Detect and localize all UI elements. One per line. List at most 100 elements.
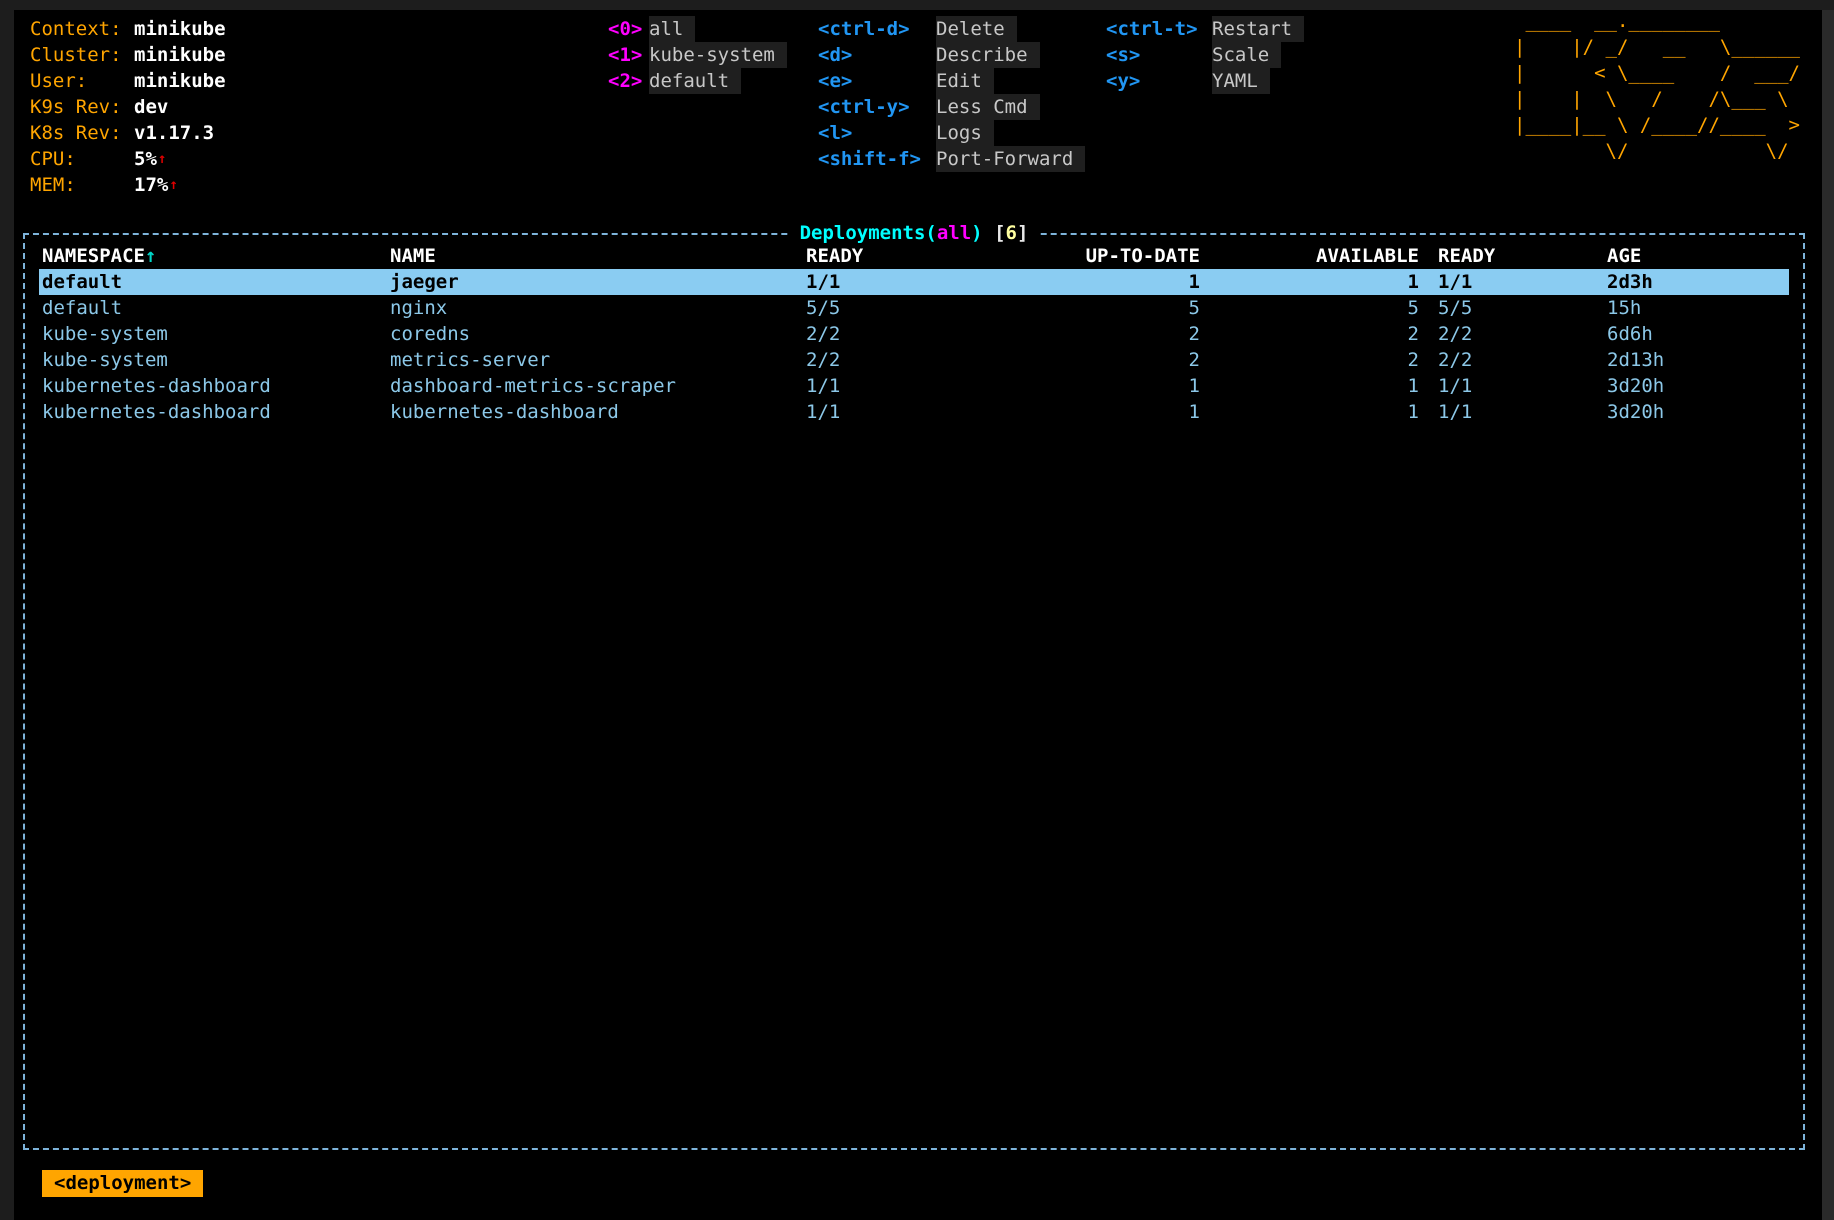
hotkey-label: Delete: [936, 16, 1017, 42]
info-row: User:minikube: [30, 68, 226, 94]
info-row: Cluster:minikube: [30, 42, 226, 68]
namespace-shortcut[interactable]: <2>default: [608, 68, 787, 94]
column-header: AVAILABLE: [1200, 243, 1419, 269]
hotkey-key: <e>: [818, 68, 936, 94]
hotkey-key: <d>: [818, 42, 936, 68]
cell-available: 2: [1200, 347, 1419, 373]
namespace-label: default: [649, 68, 741, 94]
info-label: User:: [30, 68, 134, 94]
info-label: K8s Rev:: [30, 120, 134, 146]
hotkey-label: YAML: [1212, 68, 1270, 94]
cell-age: 2d3h: [1607, 269, 1789, 295]
table-row[interactable]: kubernetes-dashboardkubernetes-dashboard…: [39, 399, 1789, 425]
cell-ready2: 1/1: [1419, 373, 1607, 399]
cell-namespace: kube-system: [42, 321, 390, 347]
namespace-shortcut[interactable]: <1>kube-system: [608, 42, 787, 68]
cell-name: coredns: [390, 321, 806, 347]
cell-ready2: 2/2: [1419, 347, 1607, 373]
panel-title-count: 6: [1006, 222, 1017, 244]
table-row[interactable]: kube-systemcoredns2/2222/26d6h: [39, 321, 1789, 347]
info-value: 5%: [134, 146, 157, 172]
cell-ready: 1/1: [806, 373, 946, 399]
cell-ready2: 5/5: [1419, 295, 1607, 321]
info-value: v1.17.3: [134, 120, 214, 146]
cell-ready: 2/2: [806, 321, 946, 347]
hotkey-label: Port-Forward: [936, 146, 1085, 172]
hotkey-label: Logs: [936, 120, 994, 146]
table-row[interactable]: kubernetes-dashboarddashboard-metrics-sc…: [39, 373, 1789, 399]
hotkey-item[interactable]: <ctrl-d>Delete: [818, 16, 1085, 42]
hotkey-key: <ctrl-y>: [818, 94, 936, 120]
info-value: minikube: [134, 42, 226, 68]
namespace-shortcuts: <0>all<1>kube-system<2>default: [608, 16, 787, 94]
info-row: K9s Rev:dev: [30, 94, 226, 120]
cell-age: 3d20h: [1607, 399, 1789, 425]
hotkey-item[interactable]: <shift-f>Port-Forward: [818, 146, 1085, 172]
cell-up_to_date: 2: [946, 347, 1200, 373]
panel-title-resource: Deployments(: [800, 222, 937, 244]
hotkey-key: <s>: [1106, 42, 1212, 68]
cell-ready: 1/1: [806, 399, 946, 425]
hotkey-menu-col1: <ctrl-d>Delete<d>Describe<e>Edit<ctrl-y>…: [818, 16, 1085, 172]
cell-up_to_date: 1: [946, 269, 1200, 295]
hotkey-item[interactable]: <d>Describe: [818, 42, 1085, 68]
namespace-shortcut[interactable]: <0>all: [608, 16, 787, 42]
info-value: 17%: [134, 172, 168, 198]
panel-title-bracket-open: [: [983, 222, 1006, 244]
panel-title-namespace: all: [937, 222, 971, 244]
hotkey-item[interactable]: <l>Logs: [818, 120, 1085, 146]
hotkey-key: <ctrl-t>: [1106, 16, 1212, 42]
cell-ready2: 1/1: [1419, 399, 1607, 425]
namespace-label: kube-system: [649, 42, 787, 68]
hotkey-key: <shift-f>: [818, 146, 936, 172]
cell-ready2: 2/2: [1419, 321, 1607, 347]
hotkey-key: <l>: [818, 120, 936, 146]
cell-ready2: 1/1: [1419, 269, 1607, 295]
cell-available: 5: [1200, 295, 1419, 321]
cell-ready: 2/2: [806, 347, 946, 373]
window-left-edge: [0, 0, 14, 1220]
cell-up_to_date: 1: [946, 399, 1200, 425]
info-label: Context:: [30, 16, 134, 42]
cell-age: 15h: [1607, 295, 1789, 321]
cell-available: 1: [1200, 373, 1419, 399]
cell-name: metrics-server: [390, 347, 806, 373]
info-label: CPU:: [30, 146, 134, 172]
up-arrow-icon: ↑: [158, 146, 166, 172]
cell-available: 2: [1200, 321, 1419, 347]
panel-title-bracket-close: ]: [1017, 222, 1028, 244]
table-header: NAMESPACE↑NAMEREADYUP-TO-DATEAVAILABLERE…: [39, 243, 1789, 269]
namespace-label: all: [649, 16, 695, 42]
cell-age: 6d6h: [1607, 321, 1789, 347]
column-header: NAME: [390, 243, 806, 269]
info-row: Context:minikube: [30, 16, 226, 42]
cell-up_to_date: 5: [946, 295, 1200, 321]
cell-ready: 5/5: [806, 295, 946, 321]
breadcrumb-deployment[interactable]: <deployment>: [42, 1170, 203, 1197]
table-row[interactable]: kube-systemmetrics-server2/2222/22d13h: [39, 347, 1789, 373]
hotkey-item[interactable]: <s>Scale: [1106, 42, 1304, 68]
column-header: AGE: [1607, 243, 1789, 269]
column-header: NAMESPACE↑: [42, 243, 390, 269]
hotkey-item[interactable]: <ctrl-t>Restart: [1106, 16, 1304, 42]
sort-arrow-icon: ↑: [145, 245, 156, 267]
table-row[interactable]: defaultnginx5/5555/515h: [39, 295, 1789, 321]
info-row: CPU:5%↑: [30, 146, 226, 172]
hotkey-item[interactable]: <e>Edit: [818, 68, 1085, 94]
column-header: READY: [1419, 243, 1607, 269]
panel-title-paren: ): [971, 222, 982, 244]
cell-age: 2d13h: [1607, 347, 1789, 373]
hotkey-menu-col2: <ctrl-t>Restart<s>Scale<y>YAML: [1106, 16, 1304, 94]
info-row: K8s Rev:v1.17.3: [30, 120, 226, 146]
hotkey-item[interactable]: <y>YAML: [1106, 68, 1304, 94]
info-label: Cluster:: [30, 42, 134, 68]
cell-available: 1: [1200, 399, 1419, 425]
hotkey-item[interactable]: <ctrl-y>Less Cmd: [818, 94, 1085, 120]
hotkey-label: Scale: [1212, 42, 1281, 68]
table-row[interactable]: defaultjaeger1/1111/12d3h: [39, 269, 1789, 295]
column-header: READY: [806, 243, 946, 269]
cell-name: nginx: [390, 295, 806, 321]
scrollbar-track[interactable]: [1822, 10, 1834, 1220]
breadcrumbs: <deployment>: [42, 1170, 203, 1197]
cell-name: dashboard-metrics-scraper: [390, 373, 806, 399]
